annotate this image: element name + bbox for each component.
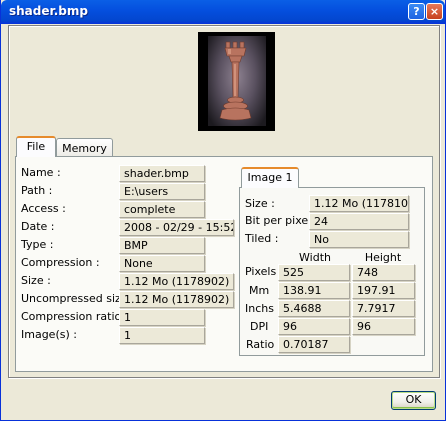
tab-file[interactable]: File [16,136,56,157]
pixels-label: Pixels [245,265,277,278]
compression-label: Compression : [21,256,100,269]
date-label: Date : [21,220,55,233]
ok-button-label: OK [405,393,422,406]
access-value: complete [119,201,205,218]
dialog-window: shader.bmp ? × File Memory Name: shader… [0,0,446,421]
tab-memory[interactable]: Memory [56,138,113,157]
chess-piece-image [219,41,252,121]
tab-memory-label: Memory [62,142,107,155]
mm-label: Mm [249,284,270,297]
dpi-height: 96 [352,318,415,335]
name-value: shader.bmp [119,165,205,182]
name-label: Name : [21,166,61,179]
path-value: E:\users [119,183,205,200]
image-size-value: 1.12 Mo (1178100) [309,195,409,212]
height-header: Height [364,251,402,264]
access-label: Access : [21,202,66,215]
type-value: BMP [119,237,205,254]
bit-per-pixel-label: Bit per pixel : [245,214,319,227]
ratio-label: Ratio [246,338,275,351]
tiled-value: No [309,231,409,248]
pixels-height: 748 [352,264,415,281]
dpi-width: 96 [278,318,350,335]
compression-ratio-value: 1 [119,309,205,326]
tab-image-1[interactable]: Image 1 [241,167,299,188]
tiled-label: Tiled : [245,232,279,245]
window-title: shader.bmp [9,4,88,18]
path-label: Path : [21,184,53,197]
compression-value: None [119,255,205,272]
uncompressed-size-value: 1.12 Mo (1178902) [119,291,234,308]
type-label: Type : [21,238,54,251]
inchs-label: Inchs [245,302,274,315]
size-value: 1.12 Mo (1178902) [119,273,234,290]
size-label: Size : [21,274,51,287]
title-bar[interactable]: shader.bmp ? × [1,0,445,24]
compression-ratio-label: Compression ratio : [21,310,129,323]
pixels-width: 525 [278,264,350,281]
uncompressed-size-label: Uncompressed size : [21,292,135,305]
ok-button[interactable]: OK [391,391,436,410]
mm-width: 138.91 [278,282,350,299]
images-count-value: 1 [119,327,205,344]
width-header: Width [299,251,331,264]
dpi-label: DPI [250,320,269,333]
date-value: 2008 - 02/29 - 15:52 [119,219,234,236]
mm-height: 197.91 [352,282,415,299]
tab-image-1-label: Image 1 [247,171,293,184]
ratio-value: 0.70187 [278,336,350,353]
tab-file-label: File [26,140,46,153]
close-icon[interactable]: × [426,3,443,20]
inchs-width: 5.4688 [278,300,350,317]
help-icon[interactable]: ? [408,3,425,20]
images-count-label: Image(s) : [21,328,77,341]
bit-per-pixel-value: 24 [309,213,409,230]
inchs-height: 7.7917 [352,300,415,317]
image-thumbnail [198,32,275,131]
image-size-label: Size : [245,197,275,210]
